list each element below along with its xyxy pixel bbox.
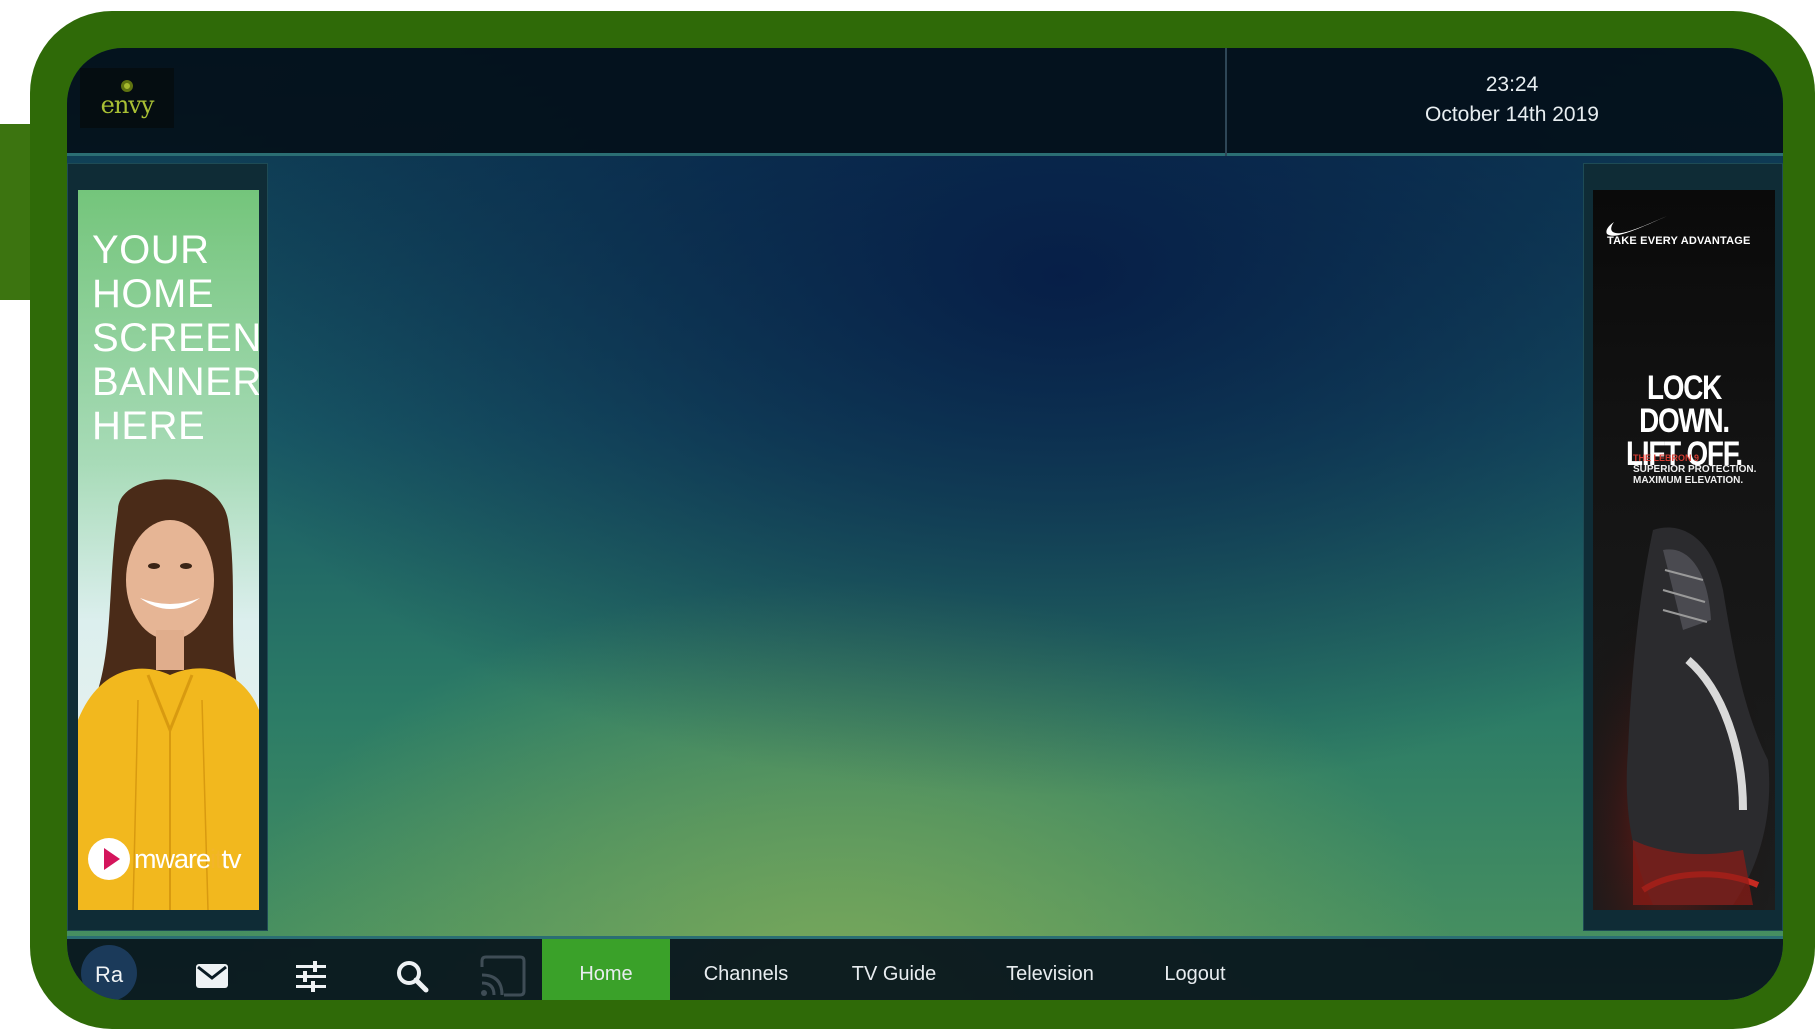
mail-icon[interactable]	[193, 957, 231, 995]
top-bar: envy 23:24 October 14th 2019	[67, 48, 1783, 156]
nav-tab-channels[interactable]: Channels	[676, 939, 816, 1000]
nav-tab-home[interactable]: Home	[542, 939, 670, 1000]
clock-date: October 14th 2019	[1425, 103, 1599, 126]
search-icon[interactable]	[393, 957, 431, 995]
right-banner-frame: TAKE EVERY ADVANTAGE LOCK DOWN. LIFT OFF…	[1583, 163, 1783, 931]
headline-line-1: LOCK DOWN.	[1639, 369, 1730, 440]
home-screen-banner-ad[interactable]: YOUR HOME SCREEN BANNER HERE mwareittv	[78, 190, 259, 910]
banner-product-name: THE LEBRON 9	[1633, 453, 1700, 463]
logo-text: envy	[100, 91, 155, 119]
banner-headline: YOUR HOME SCREEN BANNER HERE	[92, 228, 259, 448]
play-icon	[88, 838, 130, 880]
brand-prefix: mware	[134, 843, 211, 874]
user-avatar[interactable]: Ra	[81, 945, 137, 1000]
nav-tab-television[interactable]: Television	[975, 939, 1125, 1000]
nav-tab-logout[interactable]: Logout	[1140, 939, 1250, 1000]
brand-suffix: tv	[221, 843, 242, 874]
top-bar-divider	[1225, 48, 1227, 156]
left-banner-frame: YOUR HOME SCREEN BANNER HERE mwareittv	[67, 163, 268, 931]
clock: 23:24 October 14th 2019	[1357, 70, 1667, 130]
clock-time: 23:24	[1485, 73, 1539, 96]
sliders-icon[interactable]	[292, 957, 330, 995]
subtext-line-2: MAXIMUM ELEVATION.	[1633, 475, 1744, 486]
cast-icon[interactable]	[478, 953, 526, 997]
sneaker-banner-ad[interactable]: TAKE EVERY ADVANTAGE LOCK DOWN. LIFT OFF…	[1593, 190, 1775, 910]
nav-tab-tv-guide[interactable]: TV Guide	[829, 939, 959, 1000]
mwareit-tv-logo: mwareittv	[88, 838, 242, 880]
brand-accent: it	[210, 843, 222, 874]
banner-tagline: TAKE EVERY ADVANTAGE	[1607, 235, 1751, 247]
sneaker-image	[1593, 510, 1775, 910]
banner-subtext: SUPERIOR PROTECTION. MAXIMUM ELEVATION.	[1633, 464, 1756, 486]
app-logo: envy	[80, 68, 174, 128]
subtext-line-1: SUPERIOR PROTECTION.	[1633, 464, 1757, 475]
tv-screen: envy 23:24 October 14th 2019 YOUR HOME S…	[67, 48, 1783, 1000]
bottom-nav-bar: Ra Home Channels TV Guide Television Log…	[67, 936, 1783, 1000]
